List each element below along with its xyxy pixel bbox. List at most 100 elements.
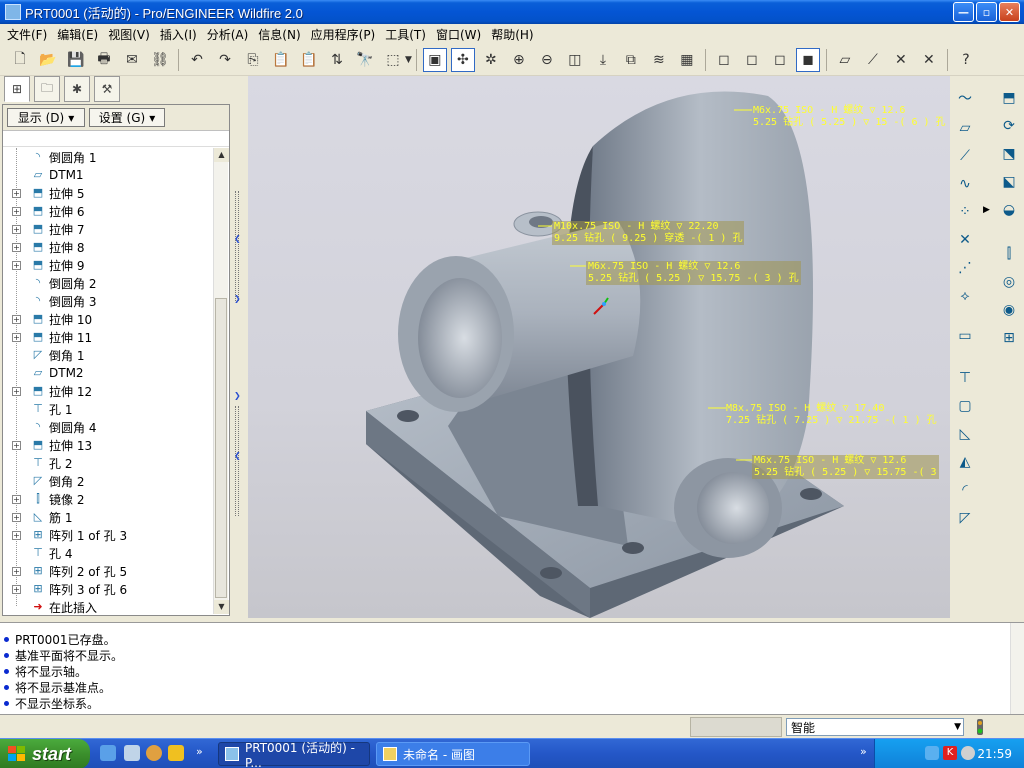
variable-sweep-icon[interactable]: ⬔ [997,142,1021,166]
tree-item[interactable]: ◸ 倒角 2 [3,472,213,490]
zoom-out-icon[interactable]: ⊖ [535,48,559,72]
refit-icon[interactable]: ◫ [563,48,587,72]
tree-item[interactable]: + ⬒ 拉伸 11 [3,328,213,346]
print-icon[interactable]: 🖶 [92,48,116,72]
saved-views-icon[interactable]: ⧉ [619,48,643,72]
collapse-left-icon[interactable]: ❮ [234,451,241,460]
task-paint[interactable]: 未命名 - 画图 [376,742,530,766]
menu-tools[interactable]: 工具(T) [380,26,431,43]
tree-item[interactable]: ⊤ 孔 4 [3,544,213,562]
datum-axis-icon[interactable]: ⟋ [953,144,977,168]
tree-item[interactable]: ▱ DTM1 [3,166,213,184]
selection-dropdown-icon[interactable]: ▼ [405,55,412,65]
minimize-button[interactable]: — [953,2,974,22]
menu-info[interactable]: 信息(N) [253,26,305,43]
hole-annotation[interactable]: M6x.75 ISO - H 螺纹 ▽ 12.6 5.25 钻孔 ( 5.25 … [753,105,946,129]
settings-dropdown-button[interactable]: 设置 (G) ▾ [89,108,165,127]
expand-icon[interactable]: + [12,512,21,522]
tree-item[interactable]: + ⬒ 拉伸 12 [3,382,213,400]
boundary-blend-icon[interactable]: ⬕ [997,170,1021,194]
notepad-quicklaunch-icon[interactable] [124,745,140,761]
tree-item[interactable]: + ⬒ 拉伸 10 [3,310,213,328]
datum-curve-icon[interactable]: ∿ [953,172,977,196]
hidden-line-icon[interactable]: ◻ [740,48,764,72]
chamfer-tool-icon[interactable]: ◸ [953,506,977,530]
tree-item[interactable]: + ⬒ 拉伸 5 [3,184,213,202]
hole-annotation[interactable]: M8x.75 ISO - H 螺纹 ▽ 17.40 7.25 钻孔 ( 7.25… [726,403,937,427]
expand-icon[interactable]: + [12,188,21,198]
tree-scrollbar[interactable]: ▲ ▼ [213,148,229,614]
hole-annotation[interactable]: M6x.75 ISO - H 螺纹 ▽ 12.6 5.25 钻孔 ( 5.25 … [752,455,939,479]
message-scrollbar[interactable] [1010,623,1024,715]
splitter-grip[interactable] [235,191,239,301]
expand-icon[interactable]: + [12,332,21,342]
spin-center-icon[interactable]: ✣ [450,47,475,72]
menu-file[interactable]: 文件(F) [2,26,52,43]
repaint-icon[interactable]: ▣ [422,47,447,72]
datum-plane-icon[interactable]: ▱ [953,116,977,140]
expand-right-icon[interactable]: ❯ [234,391,241,400]
expand-icon[interactable]: + [12,494,21,504]
close-button[interactable]: ✕ [999,2,1020,22]
tree-item[interactable]: ◸ 倒角 1 [3,346,213,364]
tree-item[interactable]: + ⫿ 镜像 2 [3,490,213,508]
coordinate-system-icon[interactable]: ✕ [953,228,977,252]
trim-tool-icon[interactable]: ◉ [997,298,1021,322]
expand-icon[interactable]: + [12,530,21,540]
shell-tool-icon[interactable]: ▢ [953,394,977,418]
new-icon[interactable]: 🗋 [8,48,32,72]
zoom-in-icon[interactable]: ⊕ [507,48,531,72]
menu-insert[interactable]: 插入(I) [155,26,202,43]
expand-icon[interactable]: + [12,314,21,324]
hole-annotation[interactable]: M10x.75 ISO - H 螺纹 ▽ 22.20 9.25 钻孔 ( 9.2… [552,221,745,245]
tree-item[interactable]: + ⬒ 拉伸 13 [3,436,213,454]
task-proe[interactable]: PRT0001 (活动的) - P... [218,741,370,768]
network-icon[interactable] [925,746,939,760]
view-manager-icon[interactable]: ▦ [675,48,699,72]
menu-window[interactable]: 窗口(W) [431,26,486,43]
wireframe-icon[interactable]: ◻ [712,48,736,72]
tree-item[interactable]: + ◺ 筋 1 [3,508,213,526]
revolve-tool-icon[interactable]: ⟳ [997,114,1021,138]
favorites-tab-icon[interactable]: ✱ [64,76,90,102]
favorites-quicklaunch-icon[interactable] [168,745,184,761]
pattern-tool-icon[interactable]: ⊞ [997,326,1021,350]
tree-item[interactable]: ◝ 倒圆角 1 [3,148,213,166]
find-icon[interactable]: 🔭 [353,48,377,72]
menu-applications[interactable]: 应用程序(P) [306,26,381,43]
tree-item[interactable]: + ⬒ 拉伸 7 [3,220,213,238]
folder-browser-tab-icon[interactable]: 🗀 [34,76,60,102]
flyout-arrow-icon[interactable]: ▶ [983,205,990,215]
menu-edit[interactable]: 编辑(E) [52,26,103,43]
scroll-down-icon[interactable]: ▼ [214,600,229,614]
model-tree-tab-icon[interactable]: ⊞ [4,76,30,102]
menu-analysis[interactable]: 分析(A) [202,26,254,43]
save-icon[interactable]: 💾 [64,48,88,72]
extrude-tool-icon[interactable]: ⬒ [997,86,1021,110]
datum-point-icon[interactable]: ⁘ [953,200,977,224]
display-dropdown-button[interactable]: 显示 (D) ▾ [7,108,85,127]
tree-item[interactable]: + ⬒ 拉伸 6 [3,202,213,220]
antivirus-icon[interactable]: K [943,746,957,760]
expand-icon[interactable]: + [12,566,21,576]
orient-mode-icon[interactable]: ✲ [479,48,503,72]
send-link-icon[interactable]: ⛓ [148,48,172,72]
hole-tool-icon[interactable]: ⊤ [953,366,977,390]
messenger-quicklaunch-icon[interactable] [146,745,162,761]
expand-icon[interactable]: + [12,440,21,450]
part-model-3d[interactable] [248,76,950,618]
shading-icon[interactable]: ◼ [795,47,820,72]
reorient-icon[interactable]: ⤓ [591,48,615,72]
analysis-feature-icon[interactable]: ⋰ [953,256,977,280]
tree-item[interactable]: ⊤ 孔 1 [3,400,213,418]
datum-axis-display-icon[interactable]: ⟋ [861,48,885,72]
draft-tool-icon[interactable]: ◭ [953,450,977,474]
layers-icon[interactable]: ≋ [647,48,671,72]
volume-icon[interactable] [961,746,975,760]
tree-item[interactable]: ◝ 倒圆角 4 [3,418,213,436]
selection-filter[interactable]: 智能 ▼ [786,718,964,736]
expand-right-icon[interactable]: ❯ [234,294,241,303]
mirror-tool-icon[interactable]: ⫿ [997,242,1021,266]
scroll-thumb[interactable] [215,298,227,598]
expand-icon[interactable]: + [12,206,21,216]
